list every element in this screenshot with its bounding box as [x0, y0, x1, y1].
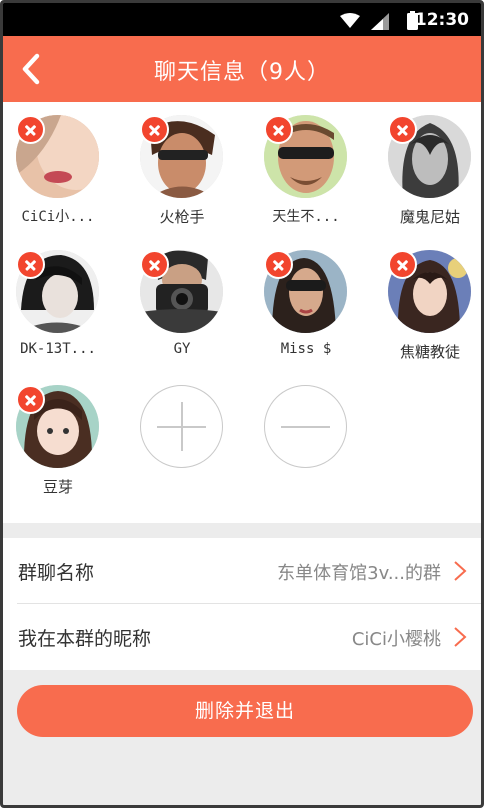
member-item[interactable]: Miss $ — [251, 237, 371, 367]
member-name: 焦糖教徒 — [399, 343, 460, 361]
member-item[interactable]: 天生不... — [251, 102, 371, 232]
my-nickname-label: 我在本群的昵称 — [18, 628, 152, 650]
member-item[interactable]: 火枪手 — [127, 102, 247, 232]
group-name-value: 东单体育馆3v...的群 — [277, 563, 441, 584]
remove-member-button[interactable] — [16, 385, 45, 414]
member-name: 魔鬼尼姑 — [399, 208, 460, 226]
top-bar: 聊天信息（9人） — [3, 36, 481, 102]
app-frame: 12:30 聊天信息（9人） CiCi小... 火枪手 天生不... 魔鬼尼姑 … — [0, 0, 484, 808]
member-name: 天生不... — [272, 209, 340, 225]
status-bar: 12:30 — [3, 3, 481, 36]
delete-and-exit-button[interactable]: 删除并退出 — [17, 685, 473, 737]
remove-member-button[interactable] — [140, 250, 169, 279]
remove-member-button[interactable] — [140, 115, 169, 144]
remove-member-button[interactable] — [264, 115, 293, 144]
remove-member-button[interactable] — [16, 250, 45, 279]
member-item[interactable]: 豆芽 — [3, 372, 123, 502]
wifi-icon — [340, 13, 360, 28]
member-item[interactable]: 魔鬼尼姑 — [375, 102, 481, 232]
members-grid: CiCi小... 火枪手 天生不... 魔鬼尼姑 DK-13T... GY Mi… — [3, 102, 481, 523]
member-name: GY — [173, 341, 191, 357]
chevron-right-icon — [454, 627, 467, 647]
member-name: DK-13T... — [20, 341, 96, 357]
member-item[interactable]: CiCi小... — [3, 102, 123, 232]
remove-members-button[interactable] — [264, 385, 347, 468]
signal-icon — [371, 13, 389, 30]
member-item[interactable]: 焦糖教徒 — [375, 237, 481, 367]
my-nickname-row[interactable]: 我在本群的昵称 CiCi小樱桃 — [3, 604, 481, 670]
member-name: 火枪手 — [159, 208, 205, 226]
member-item[interactable]: DK-13T... — [3, 237, 123, 367]
add-member-button[interactable] — [140, 385, 223, 468]
member-name: Miss $ — [280, 341, 332, 357]
remove-member-button[interactable] — [388, 115, 417, 144]
group-name-label: 群聊名称 — [18, 562, 95, 584]
clock: 12:30 — [414, 10, 469, 30]
page-title: 聊天信息（9人） — [154, 60, 330, 85]
member-name: 豆芽 — [42, 478, 73, 496]
group-name-row[interactable]: 群聊名称 东单体育馆3v...的群 — [3, 538, 481, 604]
remove-member-button[interactable] — [388, 250, 417, 279]
my-nickname-value: CiCi小樱桃 — [351, 629, 441, 650]
member-item[interactable]: GY — [127, 237, 247, 367]
remove-member-button[interactable] — [264, 250, 293, 279]
chevron-right-icon — [454, 561, 467, 581]
member-name: CiCi小... — [21, 209, 95, 225]
remove-member-button[interactable] — [16, 115, 45, 144]
